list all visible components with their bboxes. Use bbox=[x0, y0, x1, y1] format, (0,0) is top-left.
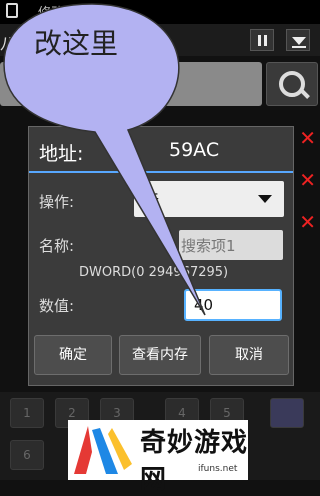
status-title: 修改器 bbox=[38, 6, 78, 21]
type-hint: DWORD(0 294967295) bbox=[79, 265, 229, 280]
view-memory-button[interactable]: 查看内存 bbox=[119, 335, 201, 375]
backspace-key[interactable] bbox=[270, 398, 304, 428]
status-bar: 修改器 bbox=[0, 0, 320, 24]
pause-button[interactable] bbox=[250, 29, 274, 51]
delete-icon[interactable]: ✕ bbox=[299, 168, 316, 192]
site-url: ifuns.net bbox=[198, 464, 238, 474]
operation-select[interactable]: 无 bbox=[134, 181, 284, 217]
value-label: 数值: bbox=[39, 297, 75, 315]
search-input[interactable] bbox=[0, 62, 262, 106]
cancel-button[interactable]: 取消 bbox=[209, 335, 289, 375]
name-placeholder: 搜索项1 bbox=[181, 237, 236, 255]
value-field[interactable]: 40 bbox=[184, 289, 282, 321]
name-field[interactable]: 搜索项1 bbox=[179, 230, 283, 260]
site-brand: 奇妙游戏网 bbox=[140, 428, 249, 495]
operation-label: 操作: bbox=[39, 193, 75, 211]
operation-value: 无 bbox=[144, 191, 160, 209]
app-status-icon bbox=[6, 3, 18, 18]
key-1[interactable]: 1 bbox=[10, 398, 44, 428]
collapse-button[interactable] bbox=[286, 29, 310, 51]
chevron-down-icon bbox=[258, 195, 272, 203]
ok-button[interactable]: 确定 bbox=[34, 335, 112, 375]
site-watermark: 奇妙游戏网 ifuns.net bbox=[68, 420, 248, 495]
dialog-address: 59AC bbox=[169, 139, 220, 161]
dialog-title-label: 地址: bbox=[39, 143, 84, 165]
value-text: 40 bbox=[194, 296, 214, 314]
app-title: 八 bbox=[0, 34, 17, 53]
key-6[interactable]: 6 bbox=[10, 440, 44, 470]
edit-value-dialog: 地址: 59AC 操作: 无 名称: 搜索项1 DWORD(0 29496729… bbox=[28, 126, 294, 386]
search-button[interactable] bbox=[266, 62, 318, 106]
delete-icon[interactable]: ✕ bbox=[299, 126, 316, 150]
site-logo-icon bbox=[74, 426, 132, 474]
dialog-divider bbox=[29, 171, 293, 173]
callout-text: 改这里 bbox=[34, 27, 119, 60]
delete-icon[interactable]: ✕ bbox=[299, 210, 316, 234]
name-label: 名称: bbox=[39, 237, 75, 255]
